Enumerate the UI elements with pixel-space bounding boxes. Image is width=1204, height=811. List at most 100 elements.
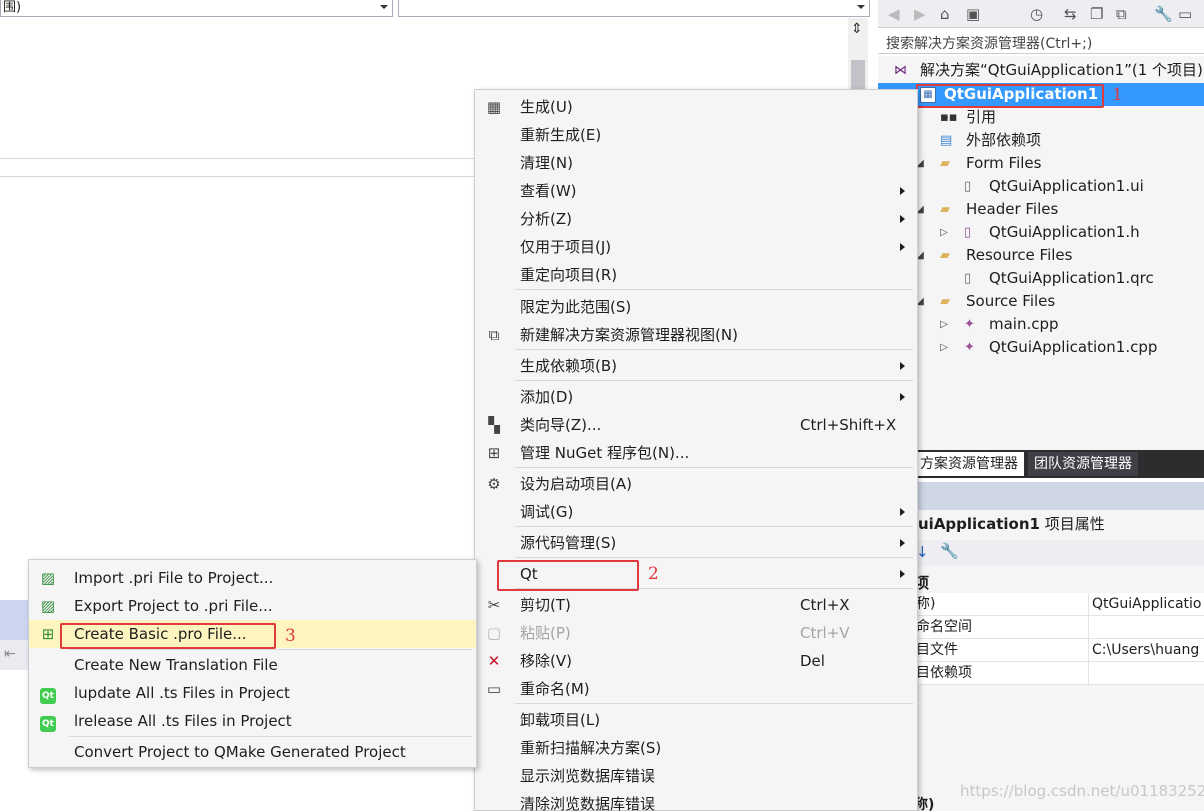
property-value[interactable]: C:\Users\huang (1092, 639, 1199, 662)
copy-icon[interactable]: ⧉ (1116, 4, 1127, 24)
menu-separator (515, 380, 913, 381)
qt-menu-item[interactable]: Qt lupdate All .ts Files in Project (29, 679, 476, 707)
tree-item[interactable]: ▸ ▪▪ 引用 (878, 106, 1204, 129)
tab-team-explorer[interactable]: 团队资源管理器 (1028, 452, 1138, 476)
property-value[interactable]: QtGuiApplicatio (1092, 593, 1201, 616)
back-icon[interactable]: ◀ (888, 4, 900, 24)
tab-solution-explorer[interactable]: 方案资源管理器 (914, 452, 1024, 476)
tree-item[interactable]: ▯ QtGuiApplication1.ui (878, 175, 1204, 198)
member-combo[interactable]: 围) (0, 0, 393, 17)
tree-item[interactable]: ▷ ✦ main.cpp (878, 313, 1204, 336)
annotation-box-1 (916, 84, 1104, 108)
context-menu-item[interactable]: 生成依赖项(B) (475, 352, 917, 380)
qt-menu-item[interactable]: ▨ Export Project to .pri File... (29, 592, 476, 620)
split-icon[interactable]: ⇕ (851, 22, 863, 36)
tree-item[interactable]: ▯ QtGuiApplication1.qrc (878, 267, 1204, 290)
annotation-box-2 (497, 560, 639, 591)
tree-item-label: QtGuiApplication1.ui (989, 177, 1144, 195)
build-icon: ▦ (486, 98, 502, 116)
context-menu-item[interactable]: ✂ 剪切(T) Ctrl+X (475, 591, 917, 619)
tree-item[interactable]: ◢ ▰ Resource Files (878, 244, 1204, 267)
tree-solution-node[interactable]: ⋈ 解决方案“QtGuiApplication1”(1 个项目) (878, 59, 1204, 82)
property-pages-wrench-icon[interactable]: 🔧 (940, 542, 959, 560)
context-menu-item[interactable]: ▚ 类向导(Z)... Ctrl+Shift+X (475, 411, 917, 439)
qt-menu-item[interactable]: Create New Translation File (29, 651, 476, 679)
context-menu-item[interactable]: ▦ 生成(U) (475, 93, 917, 121)
context-menu-item[interactable]: 源代码管理(S) (475, 529, 917, 557)
external-deps-icon: ▤ (940, 133, 953, 148)
solution-label: 解决方案“QtGuiApplication1”(1 个项目) (920, 61, 1203, 79)
context-menu-item[interactable]: 清理(N) (475, 149, 917, 177)
context-menu-item[interactable]: 添加(D) (475, 383, 917, 411)
context-menu-item[interactable]: 显示浏览数据库错误 (475, 762, 917, 790)
properties-object-name: uiApplication1 (918, 515, 1040, 533)
nuget-icon: ⊞ (487, 444, 501, 462)
folder-icon: ▰ (940, 202, 950, 217)
collapse-all-icon[interactable]: ❐ (1090, 4, 1103, 24)
references-icon: ▪▪ (940, 110, 958, 125)
pending-changes-icon[interactable]: ◷ (1030, 4, 1043, 24)
switch-views-icon[interactable]: ▣ (966, 4, 980, 24)
output-panel-header (0, 600, 30, 640)
solution-explorer-toolbar: ◀ ▶ ⌂ ▣ ◷ ⇆ ❐ ⧉ 🔧 ▭ (878, 0, 1204, 28)
scope-combo[interactable] (398, 0, 870, 17)
qt-menu-item[interactable]: ▨ Import .pri File to Project... (29, 564, 476, 592)
tree-item[interactable]: ◢ ▰ Form Files (878, 152, 1204, 175)
properties-header (878, 482, 1204, 510)
expand-arrow-icon[interactable]: ▷ (938, 336, 950, 359)
search-input[interactable]: 搜索解决方案资源管理器(Ctrl+;) (886, 33, 1092, 53)
vertical-scrollbar[interactable]: ⇕ (848, 18, 868, 98)
expand-arrow-icon[interactable]: ▷ (938, 313, 950, 336)
tree-item[interactable]: ▷ ✦ QtGuiApplication1.cpp (878, 336, 1204, 359)
sync-icon[interactable]: ⇆ (1064, 4, 1077, 24)
context-menu-item[interactable]: 分析(Z) (475, 205, 917, 233)
gear-icon: ⚙ (487, 475, 501, 493)
menu-item-label: 类向导(Z)... (520, 416, 602, 434)
forward-icon[interactable]: ▶ (914, 4, 926, 24)
menu-item-label: 显示浏览数据库错误 (520, 767, 656, 785)
property-name: 目依赖项 (916, 665, 972, 681)
context-menu-item[interactable]: 卸载项目(L) (475, 706, 917, 734)
context-menu-item[interactable]: 查看(W) (475, 177, 917, 205)
home-icon[interactable]: ⌂ (940, 4, 950, 24)
properties-wrench-icon[interactable]: 🔧 (1154, 4, 1173, 24)
context-menu-item[interactable]: 重定向项目(R) (475, 261, 917, 289)
expand-arrow-icon[interactable]: ▷ (938, 221, 950, 244)
context-menu-item[interactable]: ⚙ 设为启动项目(A) (475, 470, 917, 498)
tree-item-label: Resource Files (966, 246, 1073, 264)
tree-item[interactable]: ▷ ▯ QtGuiApplication1.h (878, 221, 1204, 244)
solution-explorer-search[interactable]: 搜索解决方案资源管理器(Ctrl+;) (878, 28, 1204, 54)
property-row[interactable]: 命名空间 (912, 616, 1204, 639)
tree-item[interactable]: ▤ 外部依赖项 (878, 129, 1204, 152)
property-name: 目文件 (916, 642, 958, 658)
wrap-icon[interactable]: ⇤ (4, 646, 16, 662)
context-menu-item[interactable]: ✕ 移除(V) Del (475, 647, 917, 675)
menu-separator (515, 557, 913, 558)
context-menu-item[interactable]: 重新扫描解决方案(S) (475, 734, 917, 762)
context-menu-item[interactable]: 调试(G) (475, 498, 917, 526)
property-row[interactable]: 目文件 C:\Users\huang (912, 639, 1204, 662)
context-menu-item[interactable]: 重新生成(E) (475, 121, 917, 149)
menu-item-label: 移除(V) (520, 652, 572, 670)
menu-item-shortcut: Ctrl+Shift+X (800, 416, 897, 434)
context-menu-item[interactable]: ⧉ 新建解决方案资源管理器视图(N) (475, 321, 917, 349)
property-divider (1088, 639, 1089, 662)
menu-item-label: Export Project to .pri File... (74, 597, 273, 615)
qt-menu-item[interactable]: Convert Project to QMake Generated Proje… (29, 738, 476, 766)
context-menu-item[interactable]: 限定为此范围(S) (475, 293, 917, 321)
context-menu-item[interactable]: 仅用于项目(J) (475, 233, 917, 261)
qt-menu-item[interactable]: Qt lrelease All .ts Files in Project (29, 707, 476, 735)
context-menu-item[interactable]: ▢ 粘贴(P) Ctrl+V (475, 619, 917, 647)
qt-icon: Qt (39, 685, 57, 704)
context-menu-item[interactable]: ▭ 重命名(M) (475, 675, 917, 703)
context-menu-item[interactable]: 清除浏览数据库错误 (475, 790, 917, 811)
property-row[interactable]: 目依赖项 (912, 662, 1204, 685)
preview-icon[interactable]: ▭ (1178, 4, 1192, 24)
menu-item-label: 限定为此范围(S) (520, 298, 632, 316)
tree-item[interactable]: ◢ ▰ Header Files (878, 198, 1204, 221)
tree-item-label: Form Files (966, 154, 1042, 172)
property-row[interactable]: 称) QtGuiApplicatio (912, 593, 1204, 616)
context-menu-item[interactable]: ⊞ 管理 NuGet 程序包(N)... (475, 439, 917, 467)
tree-item[interactable]: ◢ ▰ Source Files (878, 290, 1204, 313)
menu-item-label: Convert Project to QMake Generated Proje… (74, 743, 406, 761)
